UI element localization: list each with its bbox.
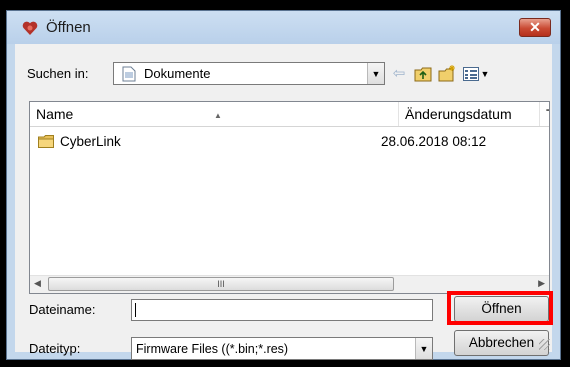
look-in-dropdown[interactable]: Dokumente ▼ [113,62,385,85]
filename-input[interactable] [131,299,433,321]
filetype-label: Dateityp: [29,341,81,356]
view-menu-icon[interactable]: ▼ [461,64,491,84]
file-list[interactable]: Name ▲ Änderungsdatum Ty CyberLink 28.06… [29,101,550,294]
title-bar[interactable]: Öffnen ✕ [7,11,560,44]
list-item[interactable]: CyberLink 28.06.2018 08:12 Da [30,132,549,152]
window-title: Öffnen [46,19,91,36]
up-folder-icon[interactable] [413,64,433,84]
scroll-right-icon[interactable]: ▶ [538,278,545,289]
look-in-value: Dokumente [144,66,211,81]
file-type: Da [548,132,549,152]
column-header-name[interactable]: Name ▲ [30,102,399,126]
list-header: Name ▲ Änderungsdatum Ty [30,102,549,127]
dialog-body: Suchen in: Dokumente ▼ ⇦ ▼ Name ▲ Änderu… [15,44,553,360]
close-button[interactable]: ✕ [519,18,551,37]
filetype-value: Firmware Files ((*.bin;*.res) [136,342,289,356]
scroll-left-icon[interactable]: ◀ [34,278,41,289]
text-caret [135,303,136,317]
sort-arrow-icon: ▲ [214,111,222,120]
file-date: 28.06.2018 08:12 [381,134,487,149]
filename-label: Dateiname: [29,302,96,317]
close-icon: ✕ [529,19,541,35]
column-header-date[interactable]: Änderungsdatum [399,102,540,126]
filetype-dropdown[interactable]: Firmware Files ((*.bin;*.res) ▼ [131,337,433,360]
look-in-label: Suchen in: [27,66,89,81]
app-heart-icon [22,21,38,35]
back-arrow-icon[interactable]: ⇦ [389,63,409,83]
column-header-type[interactable]: Ty [540,102,549,126]
folder-icon [38,135,54,148]
file-name: CyberLink [60,134,121,149]
scroll-thumb[interactable]: III [48,277,394,291]
resize-grip[interactable] [539,339,550,350]
chevron-down-icon[interactable]: ▼ [367,63,384,84]
documents-icon [122,66,136,82]
new-folder-icon[interactable] [437,64,457,84]
chevron-down-icon[interactable]: ▼ [415,338,432,359]
cancel-button[interactable]: Abbrechen [454,330,549,356]
view-grid-icon [462,67,479,81]
open-button-highlight [447,291,553,325]
open-dialog: Öffnen ✕ Suchen in: Dokumente ▼ ⇦ ▼ Name… [6,10,561,360]
